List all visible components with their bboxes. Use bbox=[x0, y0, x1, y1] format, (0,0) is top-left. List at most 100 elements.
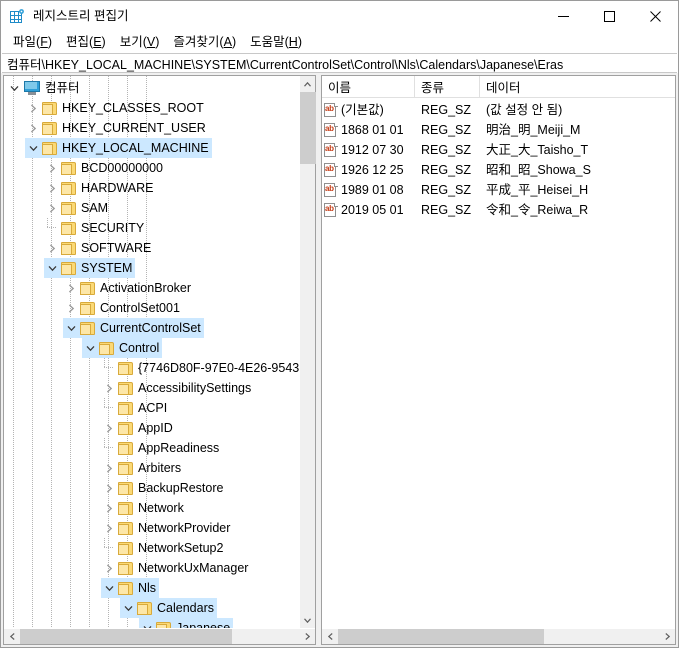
value-row[interactable]: ab 1868 01 01 REG_SZ 明治_明_Meiji_M bbox=[322, 120, 675, 140]
values-hscroll-track[interactable] bbox=[338, 629, 659, 644]
tree-node[interactable]: CurrentControlSet bbox=[4, 318, 299, 338]
chevron-down-icon[interactable] bbox=[82, 338, 98, 358]
chevron-right-icon[interactable] bbox=[101, 518, 117, 538]
registry-tree[interactable]: 컴퓨터 HKEY_CLASSES_ROOT HKEY_CURRENT_USER HKE… bbox=[4, 76, 299, 628]
tree-node-label: HKEY_CLASSES_ROOT bbox=[62, 101, 204, 115]
chevron-right-icon[interactable] bbox=[44, 198, 60, 218]
tree-node[interactable]: 컴퓨터 bbox=[4, 78, 299, 98]
tree-node[interactable]: SECURITY bbox=[4, 218, 299, 238]
tree-node-label: BCD00000000 bbox=[81, 161, 164, 175]
tree-node[interactable]: Arbiters bbox=[4, 458, 299, 478]
value-row[interactable]: ab 1989 01 08 REG_SZ 平成_平_Heisei_H bbox=[322, 180, 675, 200]
tree-node[interactable]: Network bbox=[4, 498, 299, 518]
address-bar[interactable]: 컴퓨터\HKEY_LOCAL_MACHINE\SYSTEM\CurrentCon… bbox=[2, 53, 677, 73]
tree-node[interactable]: Nls bbox=[4, 578, 299, 598]
tree-node-label: SECURITY bbox=[81, 221, 145, 235]
tree-node[interactable]: BCD00000000 bbox=[4, 158, 299, 178]
tree-scroll-right-button[interactable] bbox=[299, 629, 315, 644]
tree-node[interactable]: ActivationBroker bbox=[4, 278, 299, 298]
chevron-down-icon[interactable] bbox=[25, 138, 41, 158]
chevron-down-icon[interactable] bbox=[44, 258, 60, 278]
chevron-right-icon[interactable] bbox=[25, 118, 41, 138]
tree-hscroll-thumb[interactable] bbox=[20, 629, 232, 644]
value-name: 1912 07 30 bbox=[341, 143, 404, 157]
values-list[interactable]: ab (기본값) REG_SZ (값 설정 안 됨) ab 1868 01 01 REG_S… bbox=[322, 98, 675, 628]
chevron-right-icon[interactable] bbox=[44, 158, 60, 178]
menu-view[interactable]: 보기(V) bbox=[113, 32, 167, 53]
menu-edit[interactable]: 편집(E) bbox=[59, 32, 113, 53]
value-row[interactable]: ab 1912 07 30 REG_SZ 大正_大_Taisho_T bbox=[322, 140, 675, 160]
chevron-down-icon[interactable] bbox=[139, 618, 155, 628]
chevron-right-icon[interactable] bbox=[25, 98, 41, 118]
tree-scroll-down-button[interactable] bbox=[300, 612, 315, 628]
chevron-right-icon[interactable] bbox=[63, 278, 79, 298]
tree-node[interactable]: SAM bbox=[4, 198, 299, 218]
tree-hscroll-track[interactable] bbox=[20, 629, 299, 644]
tree-node[interactable]: HARDWARE bbox=[4, 178, 299, 198]
close-button[interactable] bbox=[632, 1, 678, 32]
chevron-right-icon[interactable] bbox=[44, 178, 60, 198]
chevron-right-icon[interactable] bbox=[101, 478, 117, 498]
tree-horizontal-scrollbar[interactable] bbox=[4, 628, 315, 644]
chevron-down-icon[interactable] bbox=[63, 318, 79, 338]
tree-node[interactable]: ControlSet001 bbox=[4, 298, 299, 318]
minimize-button[interactable] bbox=[540, 1, 586, 32]
tree-node[interactable]: Japanese bbox=[4, 618, 299, 628]
chevron-right-icon[interactable] bbox=[44, 238, 60, 258]
chevron-right-icon[interactable] bbox=[101, 378, 117, 398]
menu-help[interactable]: 도움말(H) bbox=[243, 32, 309, 53]
tree-node-label: AppReadiness bbox=[138, 441, 220, 455]
tree-node[interactable]: Control bbox=[4, 338, 299, 358]
menu-favorites[interactable]: 즐겨찾기(A) bbox=[166, 32, 243, 53]
value-row[interactable]: ab 1926 12 25 REG_SZ 昭和_昭_Showa_S bbox=[322, 160, 675, 180]
maximize-button[interactable] bbox=[586, 1, 632, 32]
tree-node[interactable]: NetworkUxManager bbox=[4, 558, 299, 578]
tree-scroll-up-button[interactable] bbox=[300, 76, 315, 92]
values-scroll-left-button[interactable] bbox=[322, 629, 338, 644]
tree-node[interactable]: AppReadiness bbox=[4, 438, 299, 458]
tree-scroll-thumb[interactable] bbox=[300, 92, 316, 164]
tree-node[interactable]: BackupRestore bbox=[4, 478, 299, 498]
folder-icon bbox=[60, 258, 78, 278]
folder-icon bbox=[117, 458, 135, 478]
chevron-right-icon[interactable] bbox=[101, 498, 117, 518]
tree-node[interactable]: HKEY_CURRENT_USER bbox=[4, 118, 299, 138]
chevron-down-icon[interactable] bbox=[6, 78, 22, 98]
tree-node[interactable]: AppID bbox=[4, 418, 299, 438]
column-header-name[interactable]: 이름 bbox=[322, 76, 415, 97]
value-row[interactable]: ab (기본값) REG_SZ (값 설정 안 됨) bbox=[322, 100, 675, 120]
tree-node[interactable]: SOFTWARE bbox=[4, 238, 299, 258]
column-header-type[interactable]: 종류 bbox=[415, 76, 480, 97]
values-horizontal-scrollbar[interactable] bbox=[322, 628, 675, 644]
tree-node[interactable]: HKEY_CLASSES_ROOT bbox=[4, 98, 299, 118]
menu-file-label: 파일 bbox=[13, 35, 37, 49]
chevron-right-icon[interactable] bbox=[101, 558, 117, 578]
menu-file[interactable]: 파일(F) bbox=[6, 32, 59, 53]
value-row[interactable]: ab 2019 05 01 REG_SZ 令和_令_Reiwa_R bbox=[322, 200, 675, 220]
column-header-data[interactable]: 데이터 bbox=[480, 76, 675, 97]
chevron-down-icon[interactable] bbox=[120, 598, 136, 618]
folder-icon bbox=[41, 98, 59, 118]
chevron-right-icon[interactable] bbox=[63, 298, 79, 318]
tree-node[interactable]: AccessibilitySettings bbox=[4, 378, 299, 398]
chevron-right-icon[interactable] bbox=[101, 458, 117, 478]
tree-scroll-left-button[interactable] bbox=[4, 629, 20, 644]
tree-node[interactable]: NetworkSetup2 bbox=[4, 538, 299, 558]
tree-node[interactable]: SYSTEM bbox=[4, 258, 299, 278]
chevron-right-icon[interactable] bbox=[101, 418, 117, 438]
values-hscroll-thumb[interactable] bbox=[338, 629, 544, 644]
tree-node[interactable]: {7746D80F-97E0-4E26-9543-2 bbox=[4, 358, 299, 378]
tree-node[interactable]: Calendars bbox=[4, 598, 299, 618]
content-area: 컴퓨터 HKEY_CLASSES_ROOT HKEY_CURRENT_USER HKE… bbox=[1, 73, 678, 647]
values-scroll-right-button[interactable] bbox=[659, 629, 675, 644]
tree-vertical-scrollbar[interactable] bbox=[299, 76, 316, 628]
tree-scroll-track[interactable] bbox=[300, 92, 316, 612]
tree-node[interactable]: NetworkProvider bbox=[4, 518, 299, 538]
tree-node[interactable]: HKEY_LOCAL_MACHINE bbox=[4, 138, 299, 158]
value-data: 昭和_昭_Showa_S bbox=[486, 163, 591, 177]
chevron-down-icon[interactable] bbox=[101, 578, 117, 598]
tree-node[interactable]: ACPI bbox=[4, 398, 299, 418]
